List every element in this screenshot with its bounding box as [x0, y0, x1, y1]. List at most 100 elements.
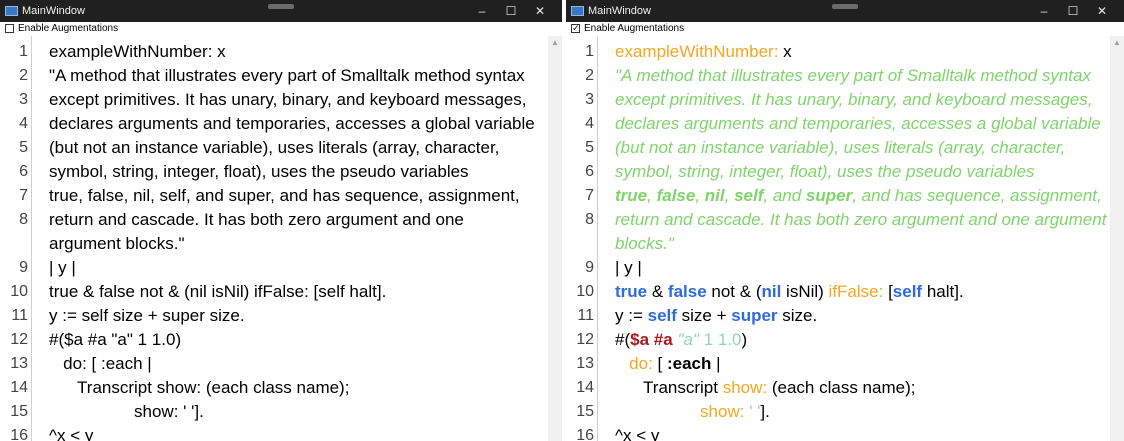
code-text: "A method that illustrates every part of… [49, 64, 525, 88]
code-text: declares arguments and temporaries, acce… [615, 112, 1101, 136]
enable-augmentations-label[interactable]: Enable Augmentations [584, 23, 684, 35]
code-token: | [711, 354, 721, 373]
code-editor[interactable]: 1 exampleWithNumber: x 2 "A method that ill… [566, 36, 1124, 441]
code-token: show: ' ']. [49, 402, 204, 421]
title-bar[interactable]: MainWindow – ☐ ✕ [566, 0, 1124, 22]
enable-augmentations-label[interactable]: Enable Augmentations [18, 23, 118, 35]
code-text: true, false, nil, self, and super, and h… [615, 184, 1102, 208]
code-token: :each [666, 354, 712, 373]
code-text: #($a #a "a" 1 1.0) [615, 328, 747, 352]
code-line: 14 Transcript show: (each class name); [566, 376, 1124, 400]
line-number: 16 [10, 427, 28, 441]
line-number: 8 [585, 211, 594, 228]
code-token: symbol, string, integer, float), uses th… [615, 162, 1035, 181]
code-text: argument blocks." [49, 232, 185, 256]
code-token: [ [883, 282, 893, 301]
maximize-button[interactable]: ☐ [1059, 0, 1087, 22]
code-token: argument blocks." [49, 234, 185, 253]
code-line: 11 y := self size + super size. [0, 304, 562, 328]
code-token: (but not an instance variable), uses lit… [49, 138, 500, 157]
code-token: super [731, 306, 778, 325]
code-token: false [656, 186, 696, 205]
minimize-button[interactable]: – [1030, 0, 1058, 22]
code-token: super [805, 186, 853, 205]
code-text: | y | [615, 256, 642, 280]
code-token: "a" [677, 330, 699, 349]
code-line: 9 | y | [0, 256, 562, 280]
code-token: declares arguments and temporaries, acce… [615, 114, 1101, 133]
line-number: 4 [19, 115, 28, 132]
code-token: self [647, 306, 677, 325]
code-token: true [615, 282, 648, 301]
code-text: "A method that illustrates every part of… [615, 64, 1091, 88]
code-line: 6 symbol, string, integer, float), uses t… [566, 160, 1124, 184]
app-window-icon [571, 6, 584, 16]
app-window-icon [5, 6, 18, 16]
code-text: declares arguments and temporaries, acce… [49, 112, 535, 136]
code-editor[interactable]: 1 exampleWithNumber: x 2 "A method that ill… [0, 36, 562, 441]
code-line: argument blocks." [0, 232, 562, 256]
code-token: declares arguments and temporaries, acce… [49, 114, 535, 133]
line-number: 12 [10, 331, 28, 348]
code-token: #a [653, 330, 673, 349]
drag-grip-icon[interactable] [832, 4, 858, 9]
code-text: Transcript show: (each class name); [615, 376, 915, 400]
options-bar: Enable Augmentations [0, 22, 562, 36]
line-number: 4 [585, 115, 594, 132]
code-token: symbol, string, integer, float), uses th… [49, 162, 469, 181]
line-number: 15 [576, 403, 594, 420]
maximize-button[interactable]: ☐ [497, 0, 525, 22]
code-line: 1 exampleWithNumber: x [566, 40, 1124, 64]
code-text: true, false, nil, self, and super, and h… [49, 184, 520, 208]
enable-augmentations-checkbox[interactable]: ✓ [571, 24, 580, 33]
title-bar[interactable]: MainWindow – ☐ ✕ [0, 0, 562, 22]
window-title: MainWindow [588, 5, 651, 17]
code-token: (but not an instance variable), uses lit… [615, 138, 1066, 157]
code-text: y := self size + super size. [615, 304, 817, 328]
scroll-up-arrow-icon[interactable]: ▲ [548, 38, 562, 47]
code-token: ^x < y [49, 426, 94, 441]
code-text: true & false not & (nil isNil) ifFalse: … [615, 280, 964, 304]
code-token: size + [676, 306, 732, 325]
line-number: 6 [585, 163, 594, 180]
code-line: 2 "A method that illustrates every part o… [566, 64, 1124, 88]
code-line: 15 show: ' ']. [566, 400, 1124, 424]
code-token: Transcript [615, 378, 723, 397]
code-text: #($a #a "a" 1 1.0) [49, 328, 181, 352]
code-token: self [892, 282, 923, 301]
code-token: | y | [615, 258, 642, 277]
code-token: nil [761, 282, 782, 301]
code-line: 8 return and cascade. It has both zero ar… [0, 208, 562, 232]
code-token: ]. [760, 402, 770, 421]
vertical-scrollbar[interactable]: ▲ [548, 36, 562, 441]
code-token: blocks." [615, 234, 674, 253]
code-token: y := [615, 306, 648, 325]
code-token: true, false, nil, self, and super, and h… [49, 186, 520, 205]
code-line: 12 #($a #a "a" 1 1.0) [0, 328, 562, 352]
code-token: #( [615, 330, 631, 349]
vertical-scrollbar[interactable]: ▲ [1110, 36, 1124, 441]
code-token: ^x < y [615, 426, 660, 441]
code-token: except primitives. It has unary, binary,… [615, 90, 1093, 109]
main-window-augmented: MainWindow – ☐ ✕ ✓ Enable Augmentations … [566, 0, 1124, 441]
code-token: ' ' [749, 402, 761, 421]
enable-augmentations-checkbox[interactable] [5, 24, 14, 33]
scroll-up-arrow-icon[interactable]: ▲ [1110, 38, 1124, 47]
code-line: 9 | y | [566, 256, 1124, 280]
line-number: 10 [576, 283, 594, 300]
code-text: exampleWithNumber: x [49, 40, 226, 64]
close-button[interactable]: ✕ [1088, 0, 1116, 22]
code-token: show: [700, 402, 745, 421]
minimize-button[interactable]: – [468, 0, 496, 22]
code-line: 3 except primitives. It has unary, binary… [0, 88, 562, 112]
line-number: 1 [19, 43, 28, 60]
code-text: Transcript show: (each class name); [49, 376, 349, 400]
drag-grip-icon[interactable] [268, 4, 294, 9]
code-text: return and cascade. It has both zero arg… [49, 208, 464, 232]
code-token: Transcript show: (each class name); [49, 378, 350, 397]
line-number: 9 [19, 259, 28, 276]
code-line: 13 do: [ :each | [566, 352, 1124, 376]
line-number: 11 [577, 307, 594, 324]
close-button[interactable]: ✕ [526, 0, 554, 22]
